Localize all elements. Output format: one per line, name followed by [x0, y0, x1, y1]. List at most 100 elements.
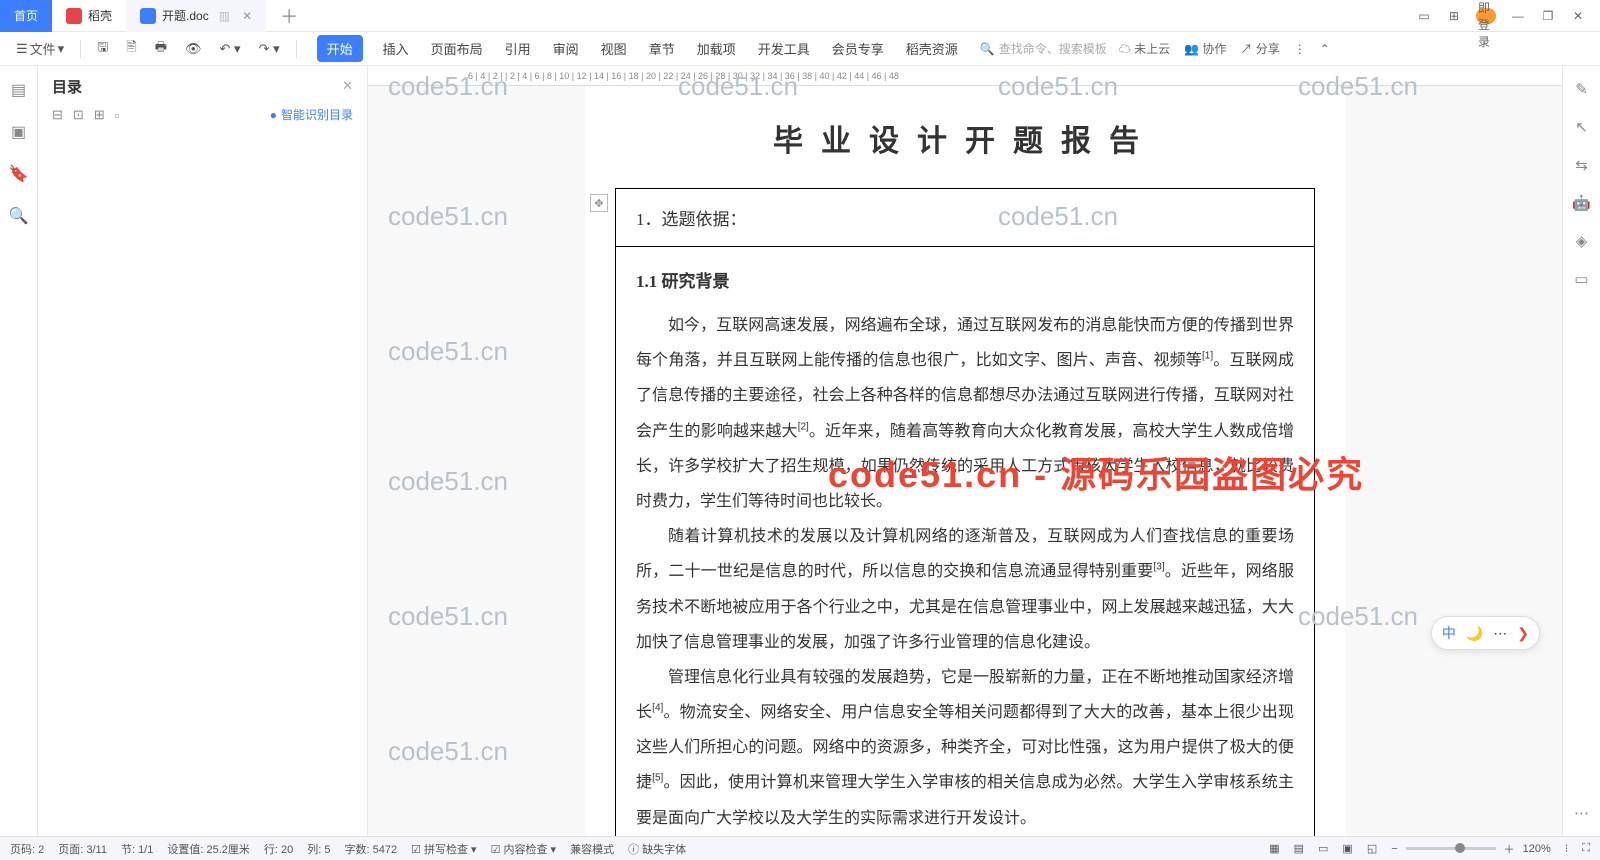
tab-add[interactable]: ＋ — [266, 0, 312, 32]
ime-more-icon[interactable]: ⋯ — [1493, 625, 1507, 642]
zoom-out-icon[interactable]: − — [1391, 843, 1397, 855]
view-mode-5-icon[interactable]: ◱ — [1367, 842, 1377, 855]
status-missing[interactable]: ⓘ 缺失字体 — [628, 841, 686, 857]
view-mode-3-icon[interactable]: ▭ — [1318, 842, 1328, 855]
search-icon[interactable]: 🔍 — [9, 206, 29, 226]
undo-icon[interactable]: ↶ ▾ — [214, 37, 247, 61]
menu-docer-res[interactable]: 稻壳资源 — [904, 35, 960, 62]
search-command[interactable]: 🔍 查找命令、搜索模板 — [980, 40, 1107, 57]
close-window-icon[interactable]: ✕ — [1570, 8, 1586, 24]
spell-label: 拼写检查 ▾ — [424, 844, 477, 856]
close-panel-icon[interactable]: ✕ — [342, 78, 353, 94]
table-handle-icon[interactable]: ✥ — [590, 194, 608, 212]
menu-dev[interactable]: 开发工具 — [756, 35, 812, 62]
tab-close-icon[interactable]: ✕ — [242, 9, 252, 23]
ime-cn[interactable]: 中 — [1442, 623, 1456, 643]
tab-document[interactable]: 开题.doc▥✕ — [126, 0, 266, 32]
bookmark-icon[interactable]: 🔖 — [9, 164, 29, 184]
menu-chapter[interactable]: 章节 — [647, 35, 677, 62]
section-1-head: 1．选题依据： — [616, 189, 1314, 247]
menu-tabs: 开始 插入 页面布局 引用 审阅 视图 章节 加载项 开发工具 会员专享 稻壳资… — [317, 35, 960, 62]
login-button[interactable]: 立即登录 — [1476, 8, 1496, 24]
ime-moon-icon[interactable]: 🌙 — [1466, 625, 1483, 642]
watermark: code51.cn — [388, 466, 508, 497]
zoom-slider[interactable] — [1406, 847, 1496, 850]
zoom-in-icon[interactable]: ＋ — [1504, 841, 1515, 857]
settings-icon[interactable]: ⇆ — [1575, 156, 1588, 174]
grid-icon[interactable]: ⊞ — [1446, 8, 1462, 24]
ime-arrow-icon[interactable]: ❯ — [1517, 625, 1529, 642]
doc-title: 毕业设计开题报告 — [585, 116, 1345, 160]
export-icon[interactable]: 🖹 — [120, 34, 142, 64]
ime-widget[interactable]: 中 🌙 ⋯ ❯ — [1431, 616, 1540, 650]
status-compat[interactable]: 兼容模式 — [570, 841, 614, 857]
more-tools-icon[interactable]: ⋯ — [1574, 804, 1589, 822]
fullscreen-icon[interactable]: ⛶ — [1582, 842, 1590, 855]
menu-layout[interactable]: 页面布局 — [429, 35, 485, 62]
collapse-icon[interactable]: ⌃ — [1320, 42, 1330, 56]
expand-all-icon[interactable]: ⊟ — [52, 107, 63, 123]
tool3-icon[interactable]: ⊞ — [94, 107, 105, 123]
zoom-control[interactable]: − ＋ 120% — [1391, 841, 1551, 857]
menu-view[interactable]: 视图 — [599, 35, 629, 62]
device-icon[interactable]: ▭ — [1574, 270, 1588, 288]
smart-outline[interactable]: ● 智能识别目录 — [270, 106, 353, 123]
watermark: code51.cn — [388, 336, 508, 367]
share-button[interactable]: ↗ 分享 — [1240, 40, 1279, 57]
collab-button[interactable]: 👥 协作 — [1184, 40, 1226, 57]
window-controls: ▭ ⊞ 立即登录 — ❐ ✕ — [1402, 8, 1600, 24]
menu-review[interactable]: 审阅 — [551, 35, 581, 62]
status-spell[interactable]: ☑ 拼写检查 ▾ — [411, 841, 477, 857]
slide-icon[interactable]: ▣ — [11, 122, 26, 142]
status-row[interactable]: 行: 20 — [264, 841, 293, 857]
collapse-all-icon[interactable]: ⊡ — [73, 107, 84, 123]
view-mode-1-icon[interactable]: ▦ — [1269, 842, 1279, 855]
status-page[interactable]: 页码: 2 — [10, 841, 44, 857]
menu-addins[interactable]: 加载项 — [695, 35, 738, 62]
titlebar: 首页 稻壳 开题.doc▥✕ ＋ ▭ ⊞ 立即登录 — ❐ ✕ — [0, 0, 1600, 32]
ruler[interactable]: 6 | 4 | 2 | | 2 | 4 | 6 | 8 | 10 | 12 | … — [368, 66, 1562, 86]
robot-icon[interactable]: 🤖 — [1572, 194, 1591, 212]
maximize-icon[interactable]: ❐ — [1540, 8, 1556, 24]
more-icon[interactable]: ⋮ — [1294, 42, 1306, 56]
tab-docer[interactable]: 稻壳 — [52, 0, 126, 32]
preview-icon[interactable]: 👁 — [179, 37, 208, 61]
tab-home[interactable]: 首页 — [0, 0, 52, 32]
document-area[interactable]: 6 | 4 | 2 | | 2 | 4 | 6 | 8 | 10 | 12 | … — [368, 66, 1562, 836]
menu-references[interactable]: 引用 — [503, 35, 533, 62]
status-more-icon[interactable]: ⁝ — [1565, 842, 1569, 855]
outline-icon[interactable]: ▤ — [11, 80, 26, 100]
subsection-1-1: 1.1 研究背景 — [616, 247, 1314, 302]
layout-icon[interactable]: ▭ — [1416, 8, 1432, 24]
print-icon[interactable]: 🖶 — [149, 34, 173, 64]
redo-icon[interactable]: ↷ ▾ — [253, 37, 286, 61]
sup3: [3] — [1153, 562, 1164, 573]
menu-start[interactable]: 开始 — [317, 35, 363, 62]
status-setval[interactable]: 设置值: 25.2厘米 — [167, 841, 250, 857]
status-words[interactable]: 字数: 5472 — [344, 841, 397, 857]
view-mode-2-icon[interactable]: ▤ — [1294, 842, 1304, 855]
tab-docer-label: 稻壳 — [88, 7, 112, 24]
menu-member[interactable]: 会员专享 — [830, 35, 886, 62]
status-content[interactable]: ☑ 内容检查 ▾ — [491, 841, 557, 857]
watermark: code51.cn — [388, 201, 508, 232]
tab-split-icon[interactable]: ▥ — [219, 9, 230, 23]
status-col[interactable]: 列: 5 — [307, 841, 330, 857]
status-section[interactable]: 节: 1/1 — [121, 841, 153, 857]
save-icon[interactable]: 🖫 — [91, 34, 114, 64]
menu-button[interactable]: ☰ 文件 ▾ — [10, 35, 70, 62]
tool4-icon[interactable]: ▫ — [115, 108, 120, 123]
cursor-icon[interactable]: ↖ — [1575, 118, 1588, 136]
minimize-icon[interactable]: — — [1510, 8, 1526, 24]
status-pages[interactable]: 页面: 3/11 — [58, 841, 107, 857]
doc-table: 1．选题依据： 1.1 研究背景 如今，互联网高速发展，网络遍布全球，通过互联网… — [615, 188, 1315, 836]
body-text[interactable]: 如今，互联网高速发展，网络遍布全球，通过互联网发布的消息能快而方便的传播到世界每… — [616, 302, 1314, 836]
pen-icon[interactable]: ✎ — [1575, 80, 1588, 98]
cloud-status[interactable]: ☁ 未上云 — [1119, 40, 1170, 57]
word-icon — [140, 8, 156, 24]
view-mode-4-icon[interactable]: ▣ — [1342, 842, 1352, 855]
menu-insert[interactable]: 插入 — [381, 35, 411, 62]
diamond-icon[interactable]: ◈ — [1576, 232, 1588, 250]
page[interactable]: ✥ 毕业设计开题报告 1．选题依据： 1.1 研究背景 如今，互联网高速发展，网… — [585, 86, 1345, 836]
zoom-value[interactable]: 120% — [1523, 843, 1551, 855]
